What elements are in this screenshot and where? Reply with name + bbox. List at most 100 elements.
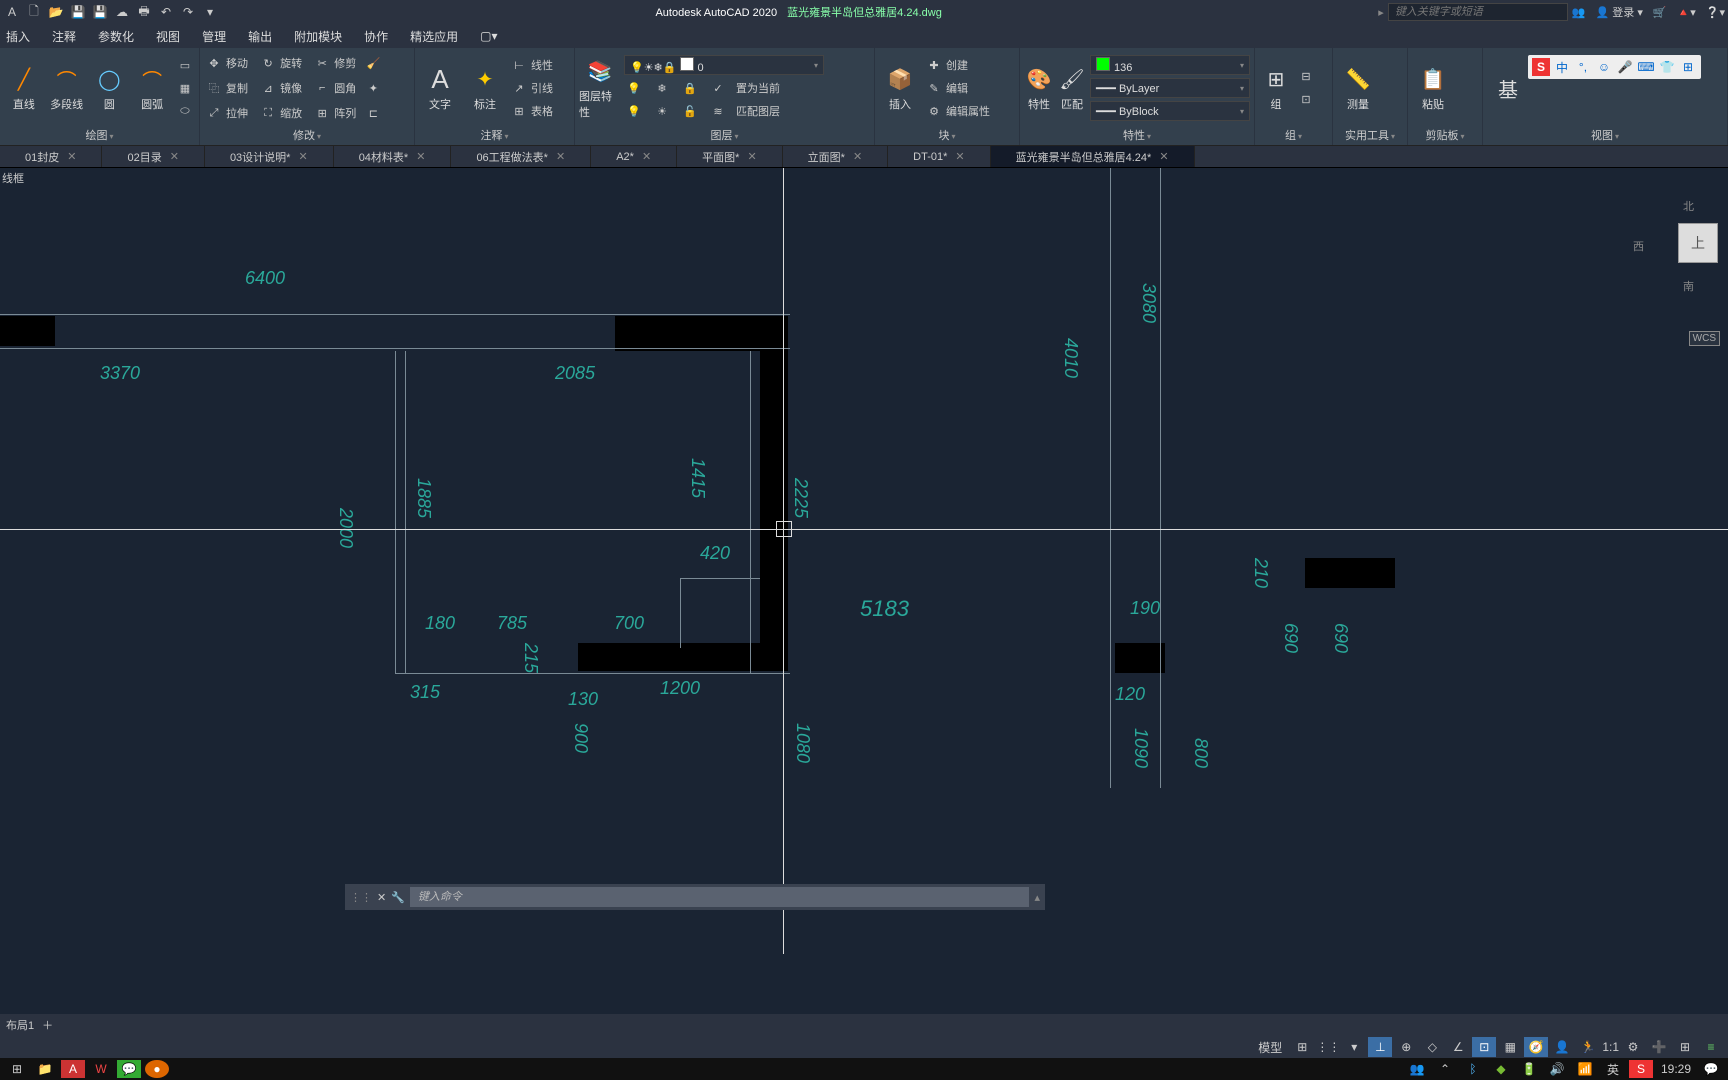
command-input[interactable] <box>410 887 1030 907</box>
layer-lock-icon[interactable]: 🔒 <box>680 78 700 98</box>
dyn-icon[interactable]: 🧭 <box>1524 1037 1548 1057</box>
app-menu-button[interactable]: A <box>3 3 21 21</box>
close-icon[interactable]: ✕ <box>298 150 307 163</box>
viewcube-west[interactable]: 西 <box>1633 238 1644 254</box>
lineweight-dropdown[interactable]: ━━━ ByLayer▾ <box>1090 78 1250 98</box>
layer-thaw-icon[interactable]: ☀ <box>652 101 672 121</box>
app-icon[interactable]: ● <box>145 1060 169 1078</box>
doc-tab[interactable]: DT-01*✕ <box>888 146 990 167</box>
wifi-icon[interactable]: 📶 <box>1573 1060 1597 1078</box>
wechat-icon[interactable]: 💬 <box>117 1060 141 1078</box>
anno-scale[interactable]: 1:1 <box>1602 1037 1619 1057</box>
add-layout-icon[interactable]: ＋ <box>42 1017 53 1033</box>
ungroup-icon[interactable]: ⊟ <box>1296 67 1316 87</box>
cmd-handle-icon[interactable]: ⋮⋮ <box>350 891 372 904</box>
tray-up-icon[interactable]: ⌃ <box>1433 1060 1457 1078</box>
explode-icon[interactable]: ✦ <box>363 78 383 98</box>
notification-icon[interactable]: 💬 <box>1699 1060 1723 1078</box>
infer-icon[interactable]: ▾ <box>1342 1037 1366 1057</box>
exchange-icon[interactable]: 🔺▾ <box>1677 6 1696 19</box>
sogou-tray-icon[interactable]: S <box>1629 1060 1653 1078</box>
lwt-icon[interactable]: ▦ <box>1498 1037 1522 1057</box>
otrack-icon[interactable]: ⊡ <box>1472 1037 1496 1057</box>
block-create-icon[interactable]: ✚ <box>924 55 944 75</box>
paste-button[interactable]: 📋粘贴 <box>1412 51 1454 125</box>
clean-icon[interactable]: ⊞ <box>1673 1037 1697 1057</box>
redo-icon[interactable]: ↷ <box>179 3 197 21</box>
ellipse-icon[interactable]: ⬭ <box>175 101 195 121</box>
hatch-icon[interactable]: ▦ <box>175 78 195 98</box>
undo-icon[interactable]: ↶ <box>157 3 175 21</box>
layer-on-icon[interactable]: 💡 <box>624 101 644 121</box>
nvidia-icon[interactable]: ◆ <box>1489 1060 1513 1078</box>
snap-icon[interactable]: ⋮⋮ <box>1316 1037 1340 1057</box>
table-icon[interactable]: ⊞ <box>509 101 529 121</box>
tab-overflow-icon[interactable]: ▢▾ <box>480 29 497 43</box>
erase-icon[interactable]: 🧹 <box>363 53 383 73</box>
ime-keyboard-icon[interactable]: ⌨ <box>1637 58 1655 76</box>
tab-output[interactable]: 输出 <box>248 28 272 45</box>
panel-clip-title[interactable]: 剪贴板 <box>1412 125 1478 145</box>
leader-icon[interactable]: ↗ <box>509 78 529 98</box>
visual-style-label[interactable]: 线框 <box>2 170 24 186</box>
offset-icon[interactable]: ⊏ <box>363 103 383 123</box>
panel-layers-title[interactable]: 图层 <box>579 125 870 145</box>
panel-modify-title[interactable]: 修改 <box>204 125 410 145</box>
save-icon[interactable]: 💾 <box>69 3 87 21</box>
layer-dropdown[interactable]: 💡☀❄🔒 0▾ <box>624 55 824 75</box>
close-icon[interactable]: ✕ <box>642 150 651 163</box>
polyline-button[interactable]: ⌒多段线 <box>47 51 87 125</box>
doc-tab[interactable]: 03设计说明*✕ <box>205 146 334 167</box>
new-icon[interactable]: 🗋 <box>25 3 43 21</box>
layer-freeze-icon[interactable]: ❄ <box>652 78 672 98</box>
linear-dim-icon[interactable]: ⊢ <box>509 55 529 75</box>
layout-tab[interactable]: 布局1 <box>6 1017 34 1033</box>
ime-lang[interactable]: 英 <box>1601 1060 1625 1078</box>
gear-icon[interactable]: ⚙ <box>1621 1037 1645 1057</box>
linetype-dropdown[interactable]: ━━━ ByBlock▾ <box>1090 101 1250 121</box>
move-icon[interactable]: ✥ <box>204 53 224 73</box>
rect-icon[interactable]: ▭ <box>175 55 195 75</box>
line-button[interactable]: ╱直线 <box>4 51 44 125</box>
qat-dropdown-icon[interactable]: ▾ <box>201 3 219 21</box>
close-icon[interactable]: ✕ <box>416 150 425 163</box>
drawing-canvas[interactable]: 线框 6400 3370 2085 2000 1885 1415 2225 42… <box>0 168 1728 954</box>
autocad-taskbar-icon[interactable]: A <box>61 1060 85 1078</box>
battery-icon[interactable]: 🔋 <box>1517 1060 1541 1078</box>
panel-block-title[interactable]: 块 <box>879 125 1015 145</box>
close-icon[interactable]: ✕ <box>170 150 179 163</box>
array-icon[interactable]: ⊞ <box>312 103 332 123</box>
cmd-close-icon[interactable]: ✕ <box>377 891 386 904</box>
tab-manage[interactable]: 管理 <box>202 28 226 45</box>
polar-icon[interactable]: ⊕ <box>1394 1037 1418 1057</box>
open-icon[interactable]: 📂 <box>47 3 65 21</box>
props-button[interactable]: 🎨特性 <box>1024 51 1054 125</box>
tab-collab[interactable]: 协作 <box>364 28 388 45</box>
tab-parametric[interactable]: 参数化 <box>98 28 134 45</box>
web-save-icon[interactable]: ☁ <box>113 3 131 21</box>
dim-button[interactable]: ✦标注 <box>464 51 506 125</box>
stretch-icon[interactable]: ⤢ <box>204 103 224 123</box>
close-icon[interactable]: ✕ <box>853 150 862 163</box>
osnap-icon[interactable]: ∠ <box>1446 1037 1470 1057</box>
connect-icon[interactable]: 👥 <box>1572 6 1586 19</box>
doc-tab[interactable]: 立面图*✕ <box>783 146 889 167</box>
doc-tab[interactable]: 04材料表*✕ <box>334 146 452 167</box>
volume-icon[interactable]: 🔊 <box>1545 1060 1569 1078</box>
tab-annotate[interactable]: 注释 <box>52 28 76 45</box>
custom-icon[interactable]: ≡ <box>1699 1037 1723 1057</box>
base-button[interactable]: 基 <box>1487 51 1529 125</box>
matchprops-button[interactable]: 🖌匹配 <box>1057 51 1087 125</box>
viewcube-north[interactable]: 北 <box>1683 198 1694 214</box>
qp-icon[interactable]: 👤 <box>1550 1037 1574 1057</box>
ime-emoji-icon[interactable]: ☺ <box>1595 58 1613 76</box>
color-dropdown[interactable]: 136▾ <box>1090 55 1250 75</box>
wcs-label[interactable]: WCS <box>1689 331 1720 346</box>
doc-tab[interactable]: 平面图*✕ <box>677 146 783 167</box>
layer-off-icon[interactable]: 💡 <box>624 78 644 98</box>
ime-skin-icon[interactable]: 👕 <box>1658 58 1676 76</box>
trim-icon[interactable]: ✂ <box>312 53 332 73</box>
close-icon[interactable]: ✕ <box>1159 150 1168 163</box>
block-edit-icon[interactable]: ✎ <box>924 78 944 98</box>
close-icon[interactable]: ✕ <box>556 150 565 163</box>
